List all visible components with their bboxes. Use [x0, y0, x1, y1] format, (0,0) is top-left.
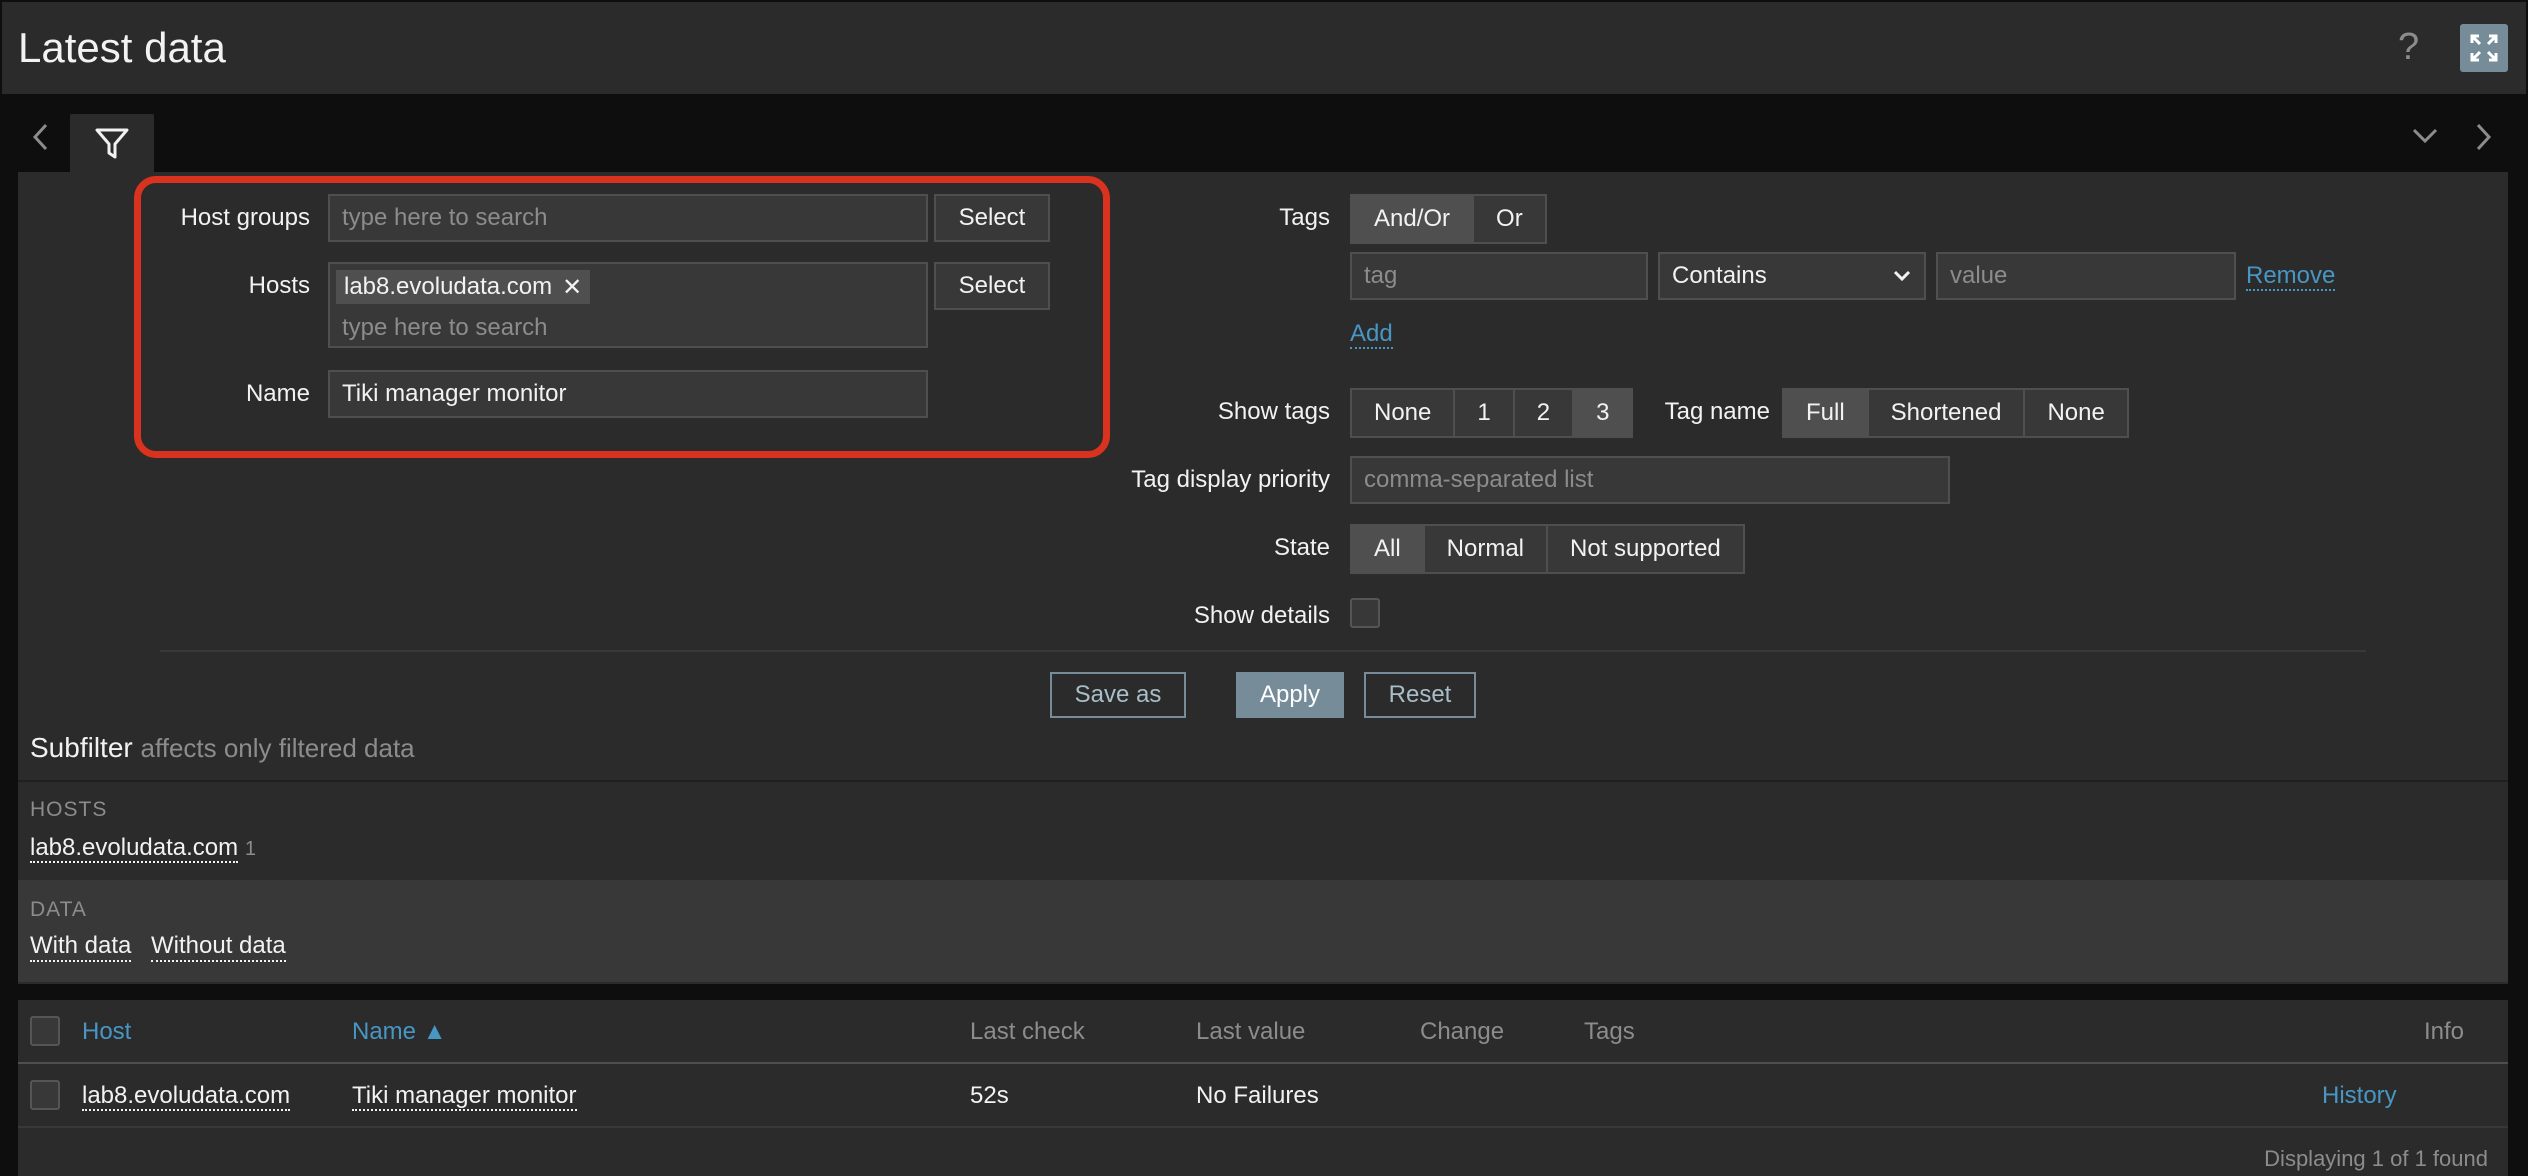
column-host[interactable]: Host	[82, 1018, 131, 1046]
show-tags-3[interactable]: 3	[1572, 388, 1634, 438]
chevron-right-icon[interactable]	[2472, 122, 2494, 157]
column-tags: Tags	[1584, 1018, 1635, 1045]
show-tags-2[interactable]: 2	[1512, 388, 1575, 438]
subfilter-host-count: 1	[244, 838, 256, 860]
chevron-left-icon[interactable]	[30, 122, 52, 157]
apply-button[interactable]: Apply	[1236, 672, 1344, 718]
remove-tag-link[interactable]: Remove	[2246, 262, 2336, 291]
tag-input[interactable]: tag	[1350, 252, 1648, 300]
page-header: Latest data ?	[2, 2, 2526, 94]
row-name-link[interactable]: Tiki manager monitor	[352, 1082, 577, 1111]
divider	[160, 650, 2366, 652]
state-label: State	[1273, 534, 1330, 561]
chevron-down-icon	[1893, 270, 1911, 282]
subfilter-note: affects only filtered data	[140, 733, 415, 763]
tag-priority-label: Tag display priority	[1131, 466, 1330, 493]
row-host-link[interactable]: lab8.evoludata.com	[82, 1082, 291, 1111]
tag-name-full[interactable]: Full	[1782, 388, 1869, 438]
reset-button[interactable]: Reset	[1364, 672, 1476, 718]
show-tags-label: Show tags	[1217, 398, 1330, 425]
column-name[interactable]: Name ▲	[352, 1018, 446, 1046]
tag-condition-select[interactable]: Contains	[1658, 252, 1926, 300]
filter-icon	[95, 128, 129, 159]
tag-name-toggle: Full Shortened None	[1782, 388, 2129, 438]
row-last-value: No Failures	[1196, 1082, 1319, 1109]
tags-or-option[interactable]: Or	[1472, 194, 1547, 244]
tags-and-or-option[interactable]: And/Or	[1350, 194, 1475, 244]
latest-data-table: Host Name ▲ Last check Last value Change…	[18, 1000, 2508, 1176]
subfilter-host-item: lab8.evoludata.com 1	[30, 834, 256, 863]
with-data-link[interactable]: With data	[30, 932, 132, 962]
row-checkbox[interactable]	[30, 1080, 60, 1110]
save-as-button[interactable]: Save as	[1050, 672, 1186, 718]
page-title: Latest data	[18, 24, 226, 71]
state-toggle: All Normal Not supported	[1350, 524, 1745, 574]
show-details-label: Show details	[1193, 602, 1330, 629]
tag-name-shortened[interactable]: Shortened	[1866, 388, 2026, 438]
tag-name-none[interactable]: None	[2023, 388, 2129, 438]
filter-tab[interactable]	[70, 114, 154, 174]
select-all-checkbox[interactable]	[30, 1016, 60, 1046]
annotation-highlight-box	[134, 176, 1110, 458]
row-last-check: 52s	[970, 1082, 1009, 1109]
column-last-check: Last check	[970, 1018, 1085, 1045]
without-data-link[interactable]: Without data	[151, 932, 286, 962]
column-last-value: Last value	[1196, 1018, 1306, 1045]
tag-name-label: Tag name	[1664, 398, 1770, 425]
column-change: Change	[1420, 1018, 1505, 1045]
show-tags-none[interactable]: None	[1350, 388, 1456, 438]
show-details-checkbox[interactable]	[1350, 598, 1380, 628]
filter-tab-bar	[2, 94, 2526, 172]
help-icon[interactable]: ?	[2398, 26, 2419, 69]
add-tag-link[interactable]: Add	[1350, 320, 1393, 349]
subfilter-hosts-heading: HOSTS	[30, 798, 108, 821]
show-tags-toggle: None 1 2 3	[1350, 388, 1634, 438]
tags-operator-toggle: And/Or Or	[1350, 194, 1547, 244]
table-header-divider	[18, 1062, 2508, 1064]
subfilter-hosts-section: HOSTS lab8.evoludata.com 1	[18, 780, 2508, 880]
table-footer: Displaying 1 of 1 found	[2264, 1146, 2488, 1171]
chevron-down-icon[interactable]	[2410, 124, 2440, 153]
show-tags-1[interactable]: 1	[1453, 388, 1515, 438]
tag-priority-input[interactable]: comma-separated list	[1350, 456, 1950, 504]
subfilter-data-section: DATA With data Without data	[18, 880, 2508, 982]
subfilter-title: Subfilter affects only filtered data	[30, 732, 415, 763]
subfilter-host-link[interactable]: lab8.evoludata.com	[30, 834, 239, 863]
column-info: Info	[2424, 1018, 2465, 1045]
tag-value-input[interactable]: value	[1936, 252, 2236, 300]
fullscreen-icon[interactable]	[2460, 24, 2508, 72]
subfilter-data-heading: DATA	[30, 898, 87, 921]
row-divider	[18, 1126, 2508, 1128]
state-normal[interactable]: Normal	[1422, 524, 1549, 574]
tags-label: Tags	[1279, 204, 1330, 231]
state-not-supported[interactable]: Not supported	[1546, 524, 1745, 574]
state-all[interactable]: All	[1350, 524, 1425, 574]
row-history-link[interactable]: History	[2322, 1082, 2397, 1110]
